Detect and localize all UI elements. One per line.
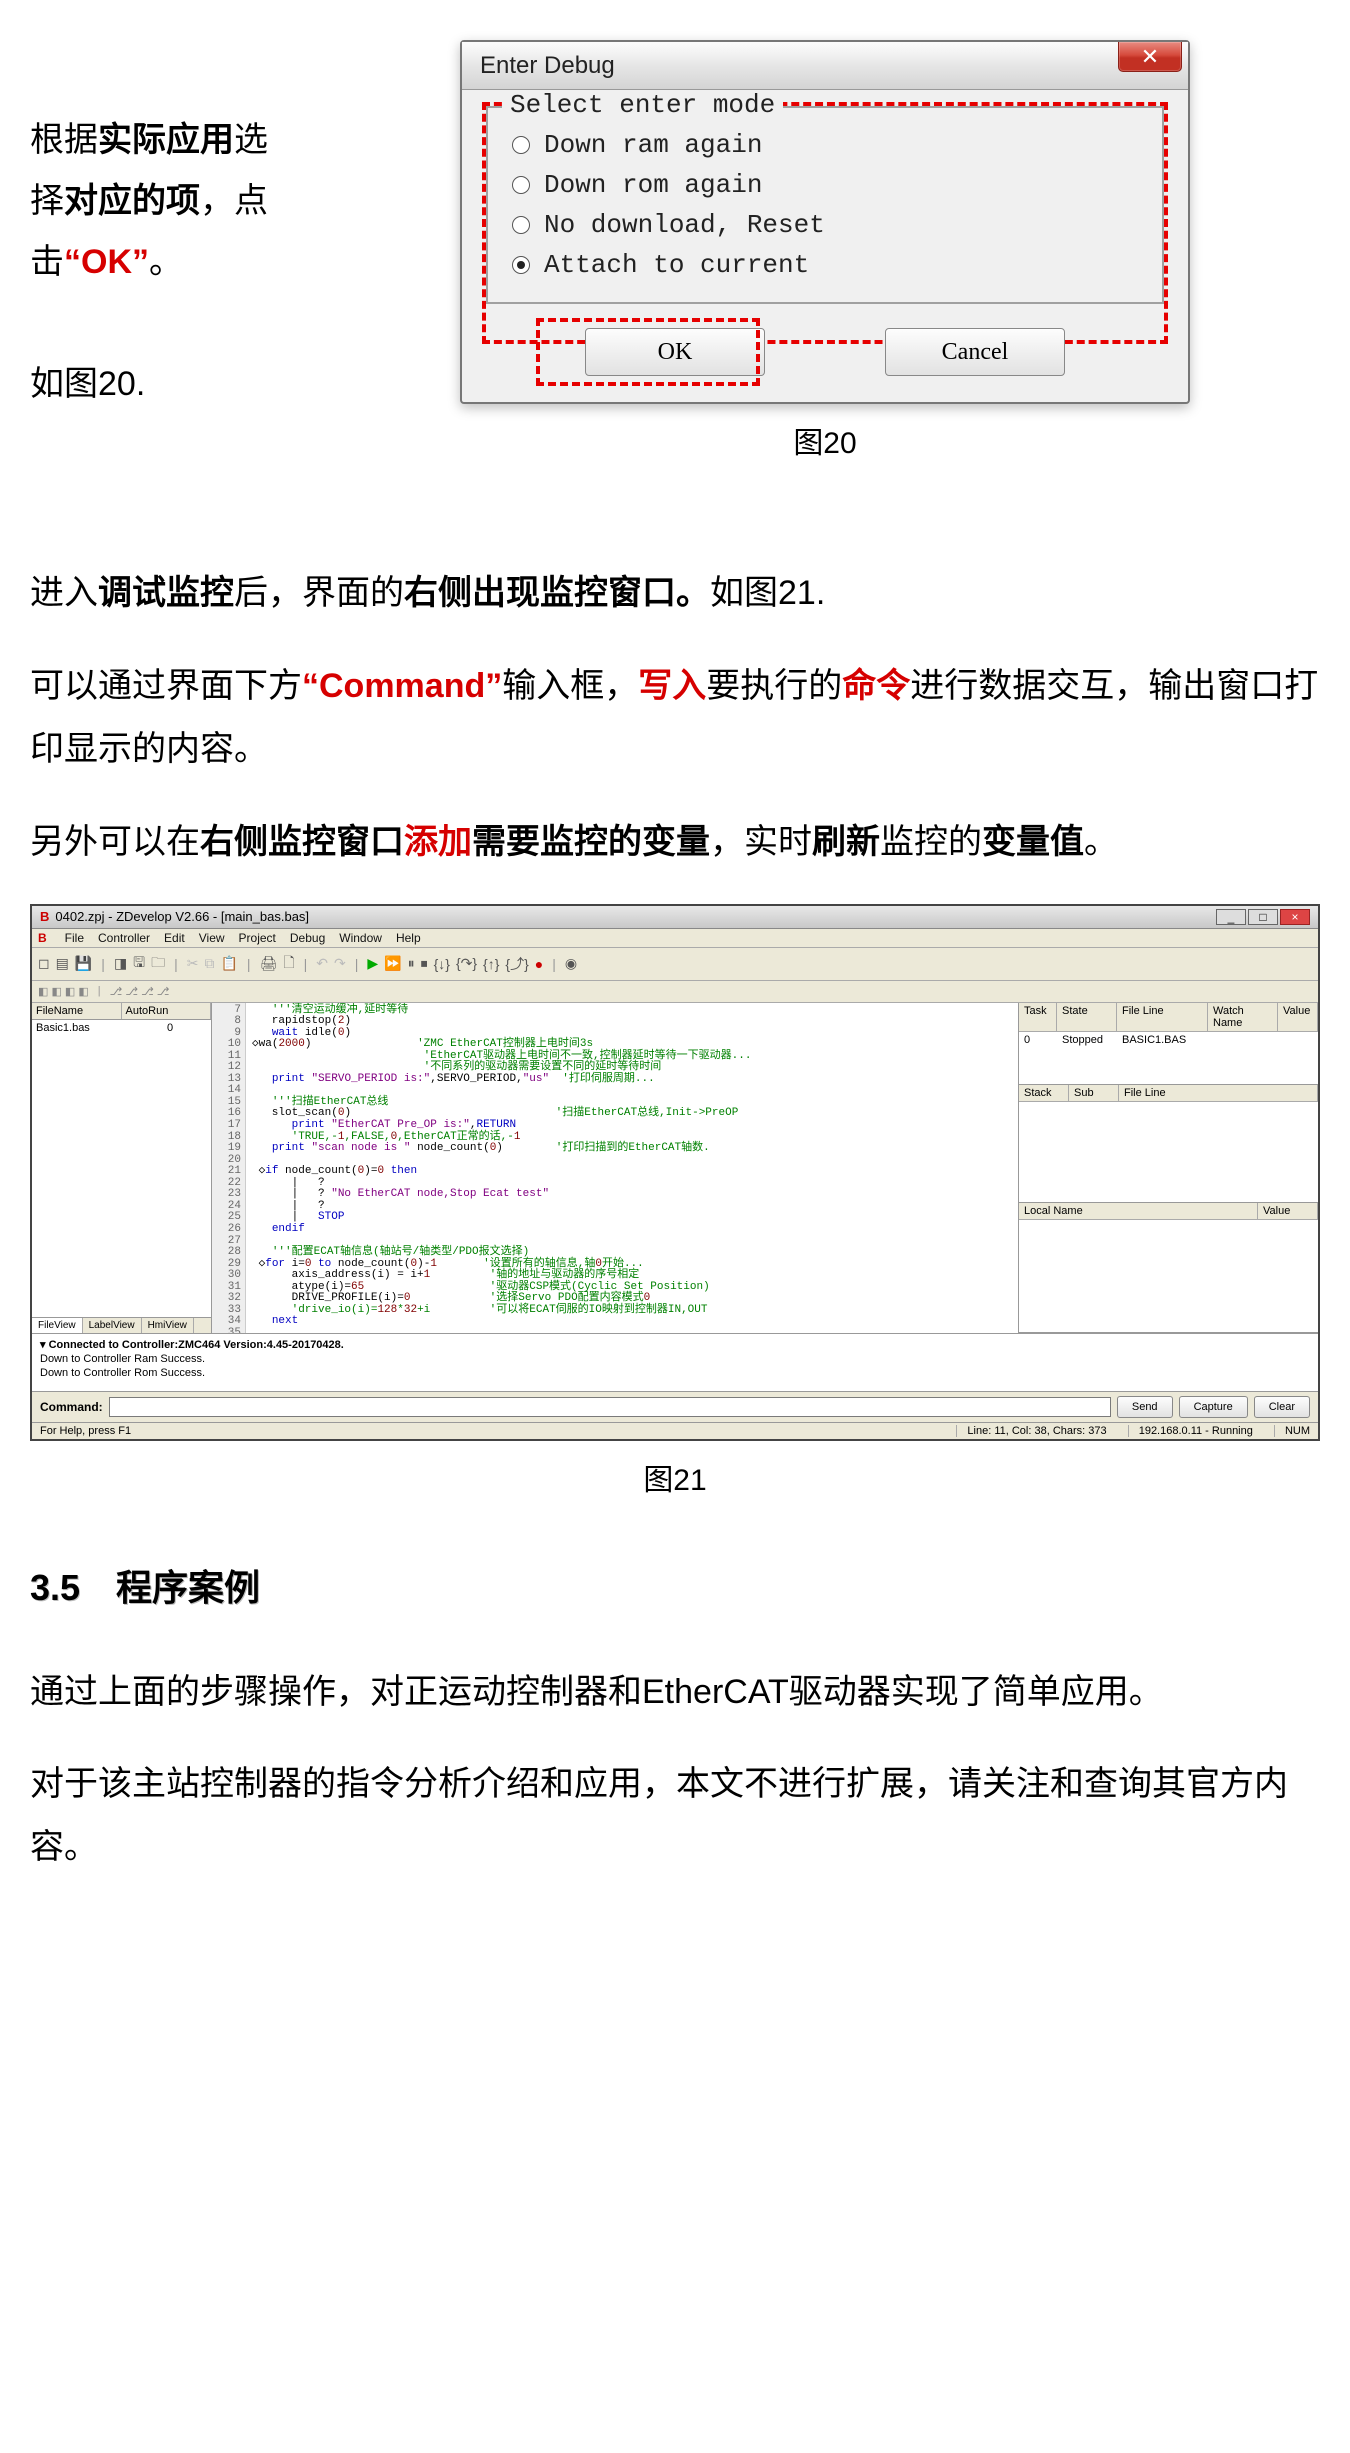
dialog-title: Enter Debug — [480, 52, 615, 80]
section-3-5-p2: 对于该主站控制器的指令分析介绍和应用，本文不进行扩展，请关注和查询其官方内容。 — [30, 1753, 1320, 1879]
para3: 另外可以在右侧监控窗口添加需要监控的变量，实时刷新监控的变量值。 — [30, 811, 1320, 874]
capture-button[interactable]: Capture — [1179, 1396, 1248, 1418]
status-line: Line: 11, Col: 38, Chars: 373 — [956, 1425, 1106, 1437]
tab-fileview[interactable]: FileView — [32, 1318, 83, 1333]
tab-hmiview[interactable]: HmiView — [142, 1318, 194, 1333]
radio-attach[interactable]: Attach to current — [512, 250, 1138, 280]
group-legend: Select enter mode — [502, 90, 783, 120]
radio-down-ram[interactable]: Down ram again — [512, 130, 1138, 160]
ide-title: 0402.zpj - ZDevelop V2.66 - [main_bas.ba… — [55, 909, 309, 924]
para2: 可以通过界面下方“Command”输入框，写入要执行的命令进行数据交互，输出窗口… — [30, 655, 1320, 781]
maximize-icon[interactable]: □ — [1248, 909, 1278, 925]
radio-down-rom[interactable]: Down rom again — [512, 170, 1138, 200]
local-list[interactable] — [1019, 1220, 1318, 1320]
ok-button[interactable]: OK — [585, 328, 765, 376]
cancel-button[interactable]: Cancel — [885, 328, 1065, 376]
send-button[interactable]: Send — [1117, 1396, 1173, 1418]
enter-debug-dialog: Enter Debug ✕ Select enter mode Down ram… — [460, 40, 1190, 404]
status-num: NUM — [1274, 1425, 1310, 1437]
file-list[interactable]: Basic1.bas0 — [32, 1020, 211, 1317]
code-editor[interactable]: '''清空运动缓冲,延时等待 rapidstop(2) wait idle(0)… — [246, 1003, 1018, 1333]
section-3-5-p1: 通过上面的步骤操作，对正运动控制器和EtherCAT驱动器实现了简单应用。 — [30, 1661, 1320, 1724]
intro-ref: 如图20. — [30, 354, 300, 415]
status-ip: 192.168.0.11 - Running — [1128, 1425, 1253, 1437]
file-panel: FileName AutoRun Basic1.bas0 FileView La… — [32, 1003, 212, 1333]
enter-mode-group: Select enter mode Down ram again Down ro… — [486, 106, 1164, 304]
line-gutter: 7 8 9 10 11 12 13 14 15 16 17 18 19 20 2… — [212, 1003, 246, 1333]
menubar[interactable]: B File Controller Edit View Project Debu… — [32, 929, 1318, 948]
radio-no-download[interactable]: No download, Reset — [512, 210, 1138, 240]
toolbar[interactable]: ◻▤💾| ◨🖫🗀| ✂⧉📋| 🖨🗋| ↶↷| ▶⏩⏸⏹ {↓}{↷}{↑}{⤴}… — [32, 948, 1318, 981]
command-input[interactable] — [109, 1397, 1111, 1417]
para1: 进入调试监控后，界面的右侧出现监控窗口。如图21. — [30, 562, 1320, 625]
status-help: For Help, press F1 — [40, 1425, 938, 1437]
figure20-caption: 图20 — [793, 418, 856, 462]
clear-button[interactable]: Clear — [1254, 1396, 1310, 1418]
zdevelop-window: B 0402.zpj - ZDevelop V2.66 - [main_bas.… — [30, 904, 1320, 1441]
stack-list[interactable] — [1019, 1102, 1318, 1202]
app-logo-icon: B — [40, 909, 49, 924]
intro-text: 根据实际应用选择对应的项，点击“OK”。 如图20. — [30, 40, 300, 415]
output-panel: ▾ Connected to Controller:ZMC464 Version… — [32, 1333, 1318, 1391]
tab-labelview[interactable]: LabelView — [83, 1318, 142, 1333]
task-list[interactable]: 0 Stopped BASIC1.BAS — [1019, 1032, 1318, 1084]
close-icon[interactable]: × — [1280, 909, 1310, 925]
close-icon[interactable]: ✕ — [1118, 42, 1182, 72]
figure21-caption: 图21 — [643, 1455, 706, 1499]
toolbar-row2[interactable]: ◧ ◧ ◧ ◧|⎇ ⎇ ⎇ ⎇ — [32, 981, 1318, 1003]
section-3-5-title: 3.5 程序案例 — [30, 1559, 1320, 1611]
command-label: Command: — [40, 1400, 103, 1414]
minimize-icon[interactable]: _ — [1216, 909, 1246, 925]
